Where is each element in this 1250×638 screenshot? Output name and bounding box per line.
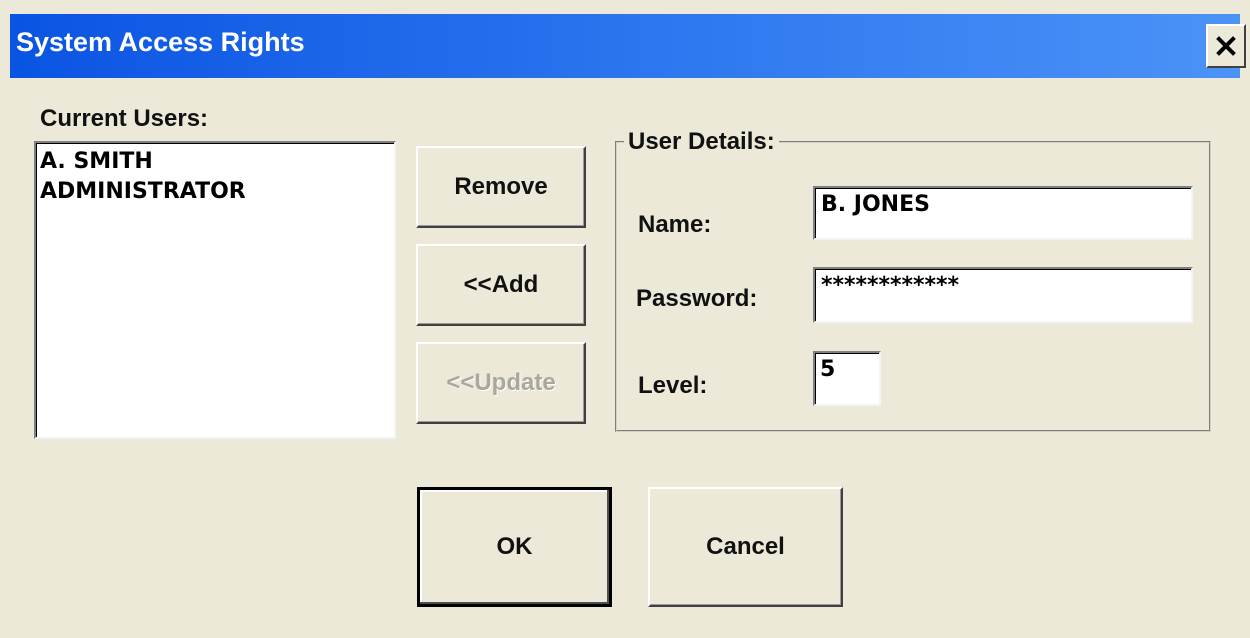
user-details-title: User Details: [624,128,779,156]
level-label: Level: [638,372,708,399]
close-icon [1216,36,1236,56]
name-field[interactable]: B. JONES [813,186,1193,240]
remove-button[interactable]: Remove [416,146,586,228]
list-item[interactable]: ADMINISTRATOR [36,177,394,207]
name-label: Name: [638,211,712,238]
ok-button[interactable]: OK [417,487,612,607]
dialog-window: System Access Rights Current Users: A. S… [0,0,1250,638]
window-title: System Access Rights [16,27,305,57]
level-field[interactable]: 5 [813,351,881,406]
list-item[interactable]: A. SMITH [36,147,394,177]
cancel-button[interactable]: Cancel [648,487,843,607]
add-button[interactable]: <<Add [416,244,586,326]
users-listbox[interactable]: A. SMITH ADMINISTRATOR [34,141,396,439]
password-label: Password: [636,285,758,312]
title-bar[interactable]: System Access Rights [10,14,1246,78]
close-button[interactable] [1206,24,1246,68]
current-users-label: Current Users: [40,105,209,132]
password-field[interactable]: ************ [813,267,1193,323]
update-button[interactable]: <<Update [416,342,586,424]
